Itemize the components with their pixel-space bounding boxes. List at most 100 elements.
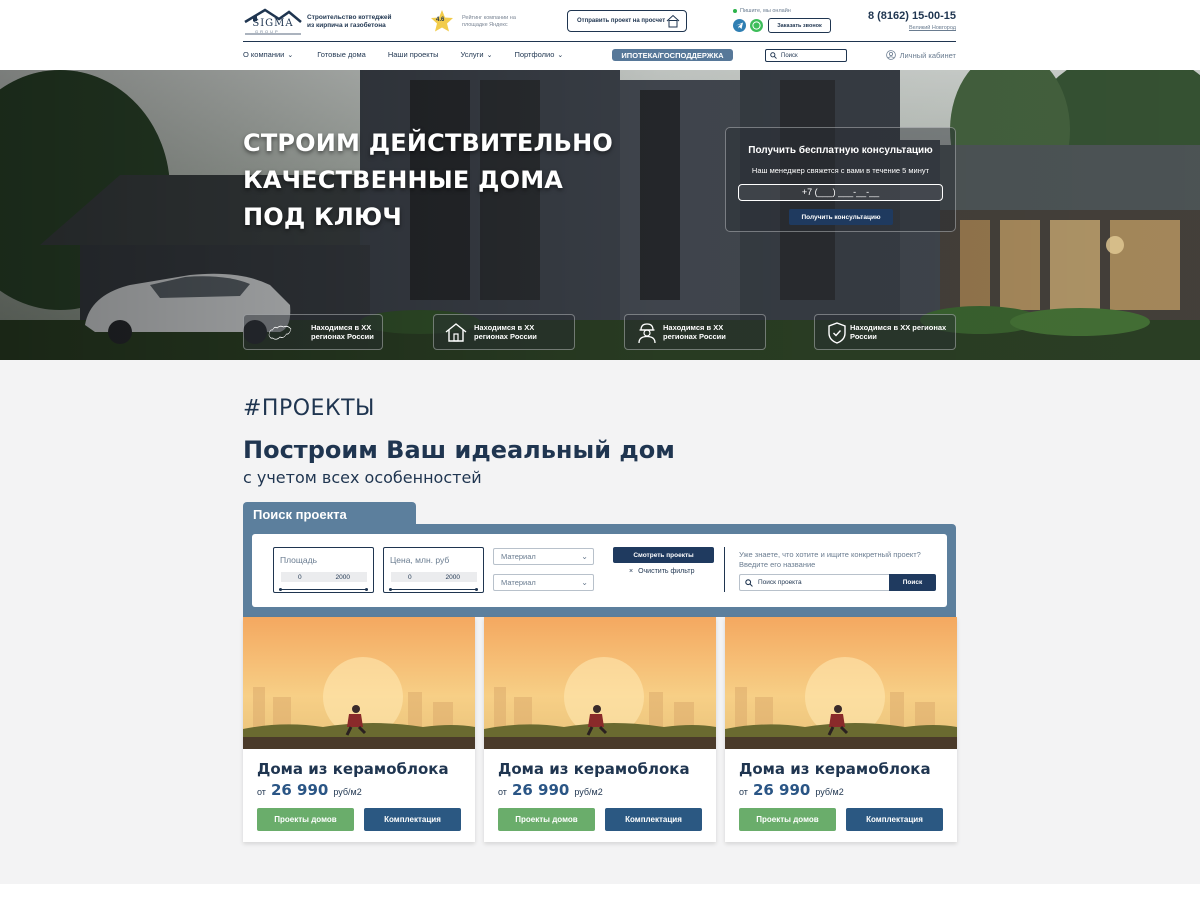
section-tag: #ПРОЕКТЫ [243,396,375,421]
project-search-input[interactable]: Поиск проекта [739,574,889,591]
range-min: 0 [297,573,302,581]
chevron-down-icon: ⌄ [581,552,588,561]
feature-text: Находимся в XX регионах России [311,323,374,341]
feature-text: Находимся в XX регионах России [474,323,537,341]
range-values: 0 2000 [281,572,367,582]
house-projects-button[interactable]: Проекты домов [257,808,354,831]
feature-text: Находимся в XX регионах России [850,323,947,341]
nav-item-projects[interactable]: Наши проекты [388,50,439,59]
feature-card: Находимся в XX регионах России [243,314,383,350]
footer-strip [0,884,1200,900]
card-image [484,617,716,749]
send-project-button[interactable]: Отправить проект на просчет [567,10,687,32]
material-select-1[interactable]: Материал ⌄ [493,548,594,565]
range-label: Площадь [280,555,318,565]
configuration-button[interactable]: Комплектация [364,808,461,831]
house-icon [666,14,680,28]
whatsapp-glyph-icon [752,21,761,30]
sunset-runner-image [725,617,957,749]
select-value: Материал [501,578,536,587]
search-icon [770,52,777,59]
hero-title-line: СТРОИМ ДЕЙСТВИТЕЛЬНО [243,129,613,157]
sunset-runner-image [484,617,716,749]
main-nav: О компании ⌄ Готовые дома Наши проекты У… [243,50,563,59]
price-amount: 26 990 [270,781,329,799]
whatsapp-icon[interactable] [750,19,763,32]
phone-input[interactable]: +7 (___) ___-__-__ [738,184,943,201]
order-call-button[interactable]: Заказать звонок [768,18,831,33]
user-icon [885,50,896,60]
hero-title: СТРОИМ ДЕЙСТВИТЕЛЬНО КАЧЕСТВЕННЫЕ ДОМА П… [243,125,663,236]
project-cards: Дома из керамоблока от 26 990 руб/м2 Про… [243,617,957,842]
project-card[interactable]: Дома из керамоблока от 26 990 руб/м2 Про… [725,617,957,842]
range-min: 0 [407,573,412,581]
consultation-form: Получить бесплатную консультацию Наш мен… [725,127,956,232]
personal-cabinet-link[interactable]: Личный кабинет [885,50,956,60]
consultation-title: Получить бесплатную консультацию [748,145,933,156]
cabinet-label: Личный кабинет [899,50,956,60]
project-search-button[interactable]: Поиск [889,574,936,591]
configuration-button[interactable]: Комплектация [605,808,702,831]
house-projects-button[interactable]: Проекты домов [498,808,595,831]
feature-card: Находимся в XX регионах России [433,314,575,350]
show-projects-button[interactable]: Смотреть проекты [613,547,714,563]
send-project-label: Отправить проект на просчет [577,18,666,24]
online-status: Пишите, мы онлайн [733,8,791,14]
worker-icon [638,323,656,344]
card-price: от 26 990 руб/м2 [739,781,844,799]
hero-section: СТРОИМ ДЕЙСТВИТЕЛЬНО КАЧЕСТВЕННЫЕ ДОМА П… [0,70,1200,360]
house-icon [445,323,467,342]
price-amount: 26 990 [511,781,570,799]
nav-item-portfolio[interactable]: Портфолио ⌄ [514,50,563,59]
house-projects-button[interactable]: Проекты домов [739,808,836,831]
range-slider[interactable] [279,587,368,591]
consultation-subtitle: Наш менеджер свяжется с вами в течение 5… [751,166,930,175]
nav-item-services[interactable]: Услуги ⌄ [461,50,493,59]
area-range-filter[interactable]: Площадь 0 2000 [273,547,374,593]
card-title: Дома из керамоблока [739,760,931,778]
project-card[interactable]: Дома из керамоблока от 26 990 руб/м2 Про… [484,617,716,842]
online-text: Пишите, мы онлайн [740,8,791,14]
site-header: SIGMA GROUP Строительство коттеджей из к… [0,0,1200,70]
online-dot-icon [733,9,737,13]
mortgage-button[interactable]: ИПОТЕКА/ГОСПОДДЕРЖКА [612,49,733,61]
get-consultation-button[interactable]: Получить консультацию [789,209,893,225]
range-max: 2000 [335,573,351,581]
header-search-input[interactable]: Поиск [765,49,847,62]
logo-subtext: GROUP [255,29,280,34]
phone-number[interactable]: 8 (8162) 15-00-15 [868,10,956,22]
header-divider [243,41,956,42]
nav-item-ready-houses[interactable]: Готовые дома [317,50,366,59]
logo-text: SIGMA [252,18,294,29]
features-row: Находимся в XX регионах России Находимся… [243,314,956,350]
nav-label: О компании [243,50,285,59]
feature-card: Находимся в XX регионах России [814,314,956,350]
logo[interactable]: SIGMA GROUP [243,0,303,40]
range-values: 0 2000 [391,572,477,582]
chevron-down-icon: ⌄ [287,51,294,59]
telegram-icon[interactable] [733,19,746,32]
range-label: Цена, млн. руб [390,555,450,565]
price-from: от [257,787,266,797]
project-search-tab[interactable]: Поиск проекта [243,502,416,524]
shield-check-icon [828,322,846,344]
city-selector[interactable]: Великий Новгород [909,25,956,31]
card-price: от 26 990 руб/м2 [257,781,362,799]
company-tagline: Строительство коттеджей из кирпича и газ… [307,14,392,29]
price-amount: 26 990 [752,781,811,799]
close-icon: × [629,568,634,575]
chevron-down-icon: ⌄ [557,51,564,59]
clear-filter-link[interactable]: × Очистить фильтр [629,568,694,575]
configuration-button[interactable]: Комплектация [846,808,943,831]
card-image [243,617,475,749]
range-slider[interactable] [389,587,478,591]
russia-map-icon [268,325,292,340]
chevron-down-icon: ⌄ [581,578,588,587]
search-icon [745,578,753,587]
card-title: Дома из керамоблока [498,760,690,778]
price-range-filter[interactable]: Цена, млн. руб 0 2000 [383,547,484,593]
material-select-2[interactable]: Материал ⌄ [493,574,594,591]
nav-item-about[interactable]: О компании ⌄ [243,50,293,59]
project-card[interactable]: Дома из керамоблока от 26 990 руб/м2 Про… [243,617,475,842]
telegram-glyph-icon [736,22,743,29]
